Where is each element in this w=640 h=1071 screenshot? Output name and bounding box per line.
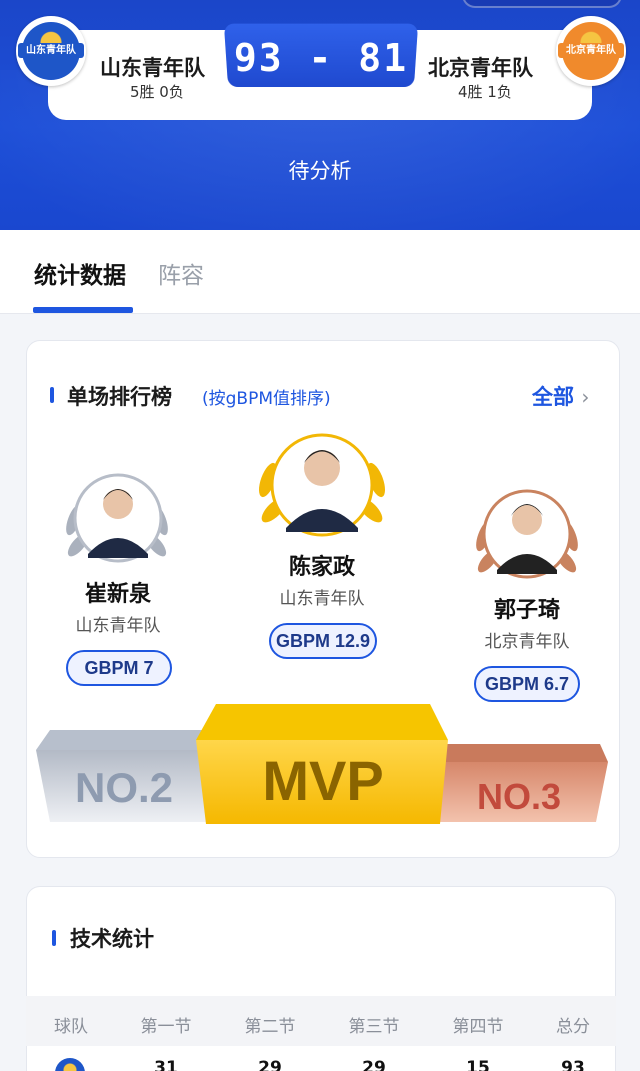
player-team-mvp: 山东青年队 [279, 589, 365, 609]
col-header-q4: 第四节 [452, 1017, 504, 1037]
rank-label-3: NO.3 [476, 776, 562, 817]
stat-cell-total: 93 [561, 1058, 585, 1071]
col-header-team: 球队 [54, 1017, 88, 1037]
stat-cell-q1: 31 [154, 1058, 178, 1071]
player-name-mvp[interactable]: 陈家政 [242, 549, 402, 581]
stat-cell-q3: 29 [362, 1058, 386, 1071]
gbpm-badge-2: GBPM 7 [66, 650, 172, 686]
stat-cell-q2: 29 [258, 1058, 282, 1071]
player-name-3[interactable]: 郭子琦 [447, 592, 607, 624]
player-name-2[interactable]: 崔新泉 [38, 576, 198, 608]
gbpm-badge-mvp: GBPM 12.9 [269, 623, 377, 659]
rank-label-mvp: MVP [262, 749, 384, 812]
col-header-q2: 第二节 [244, 1017, 296, 1037]
gbpm-badge-3: GBPM 6.7 [474, 666, 580, 702]
col-header-q1: 第一节 [140, 1017, 192, 1037]
stat-cell-q4: 15 [466, 1058, 490, 1071]
player-team-3: 北京青年队 [484, 632, 570, 652]
tech-stats-title: 技术统计 [70, 927, 154, 951]
section-marker [52, 930, 56, 946]
col-header-q3: 第三节 [348, 1017, 400, 1037]
rank-label-2: NO.2 [74, 764, 174, 811]
col-header-total: 总分 [556, 1017, 590, 1037]
player-team-2: 山东青年队 [75, 616, 161, 636]
